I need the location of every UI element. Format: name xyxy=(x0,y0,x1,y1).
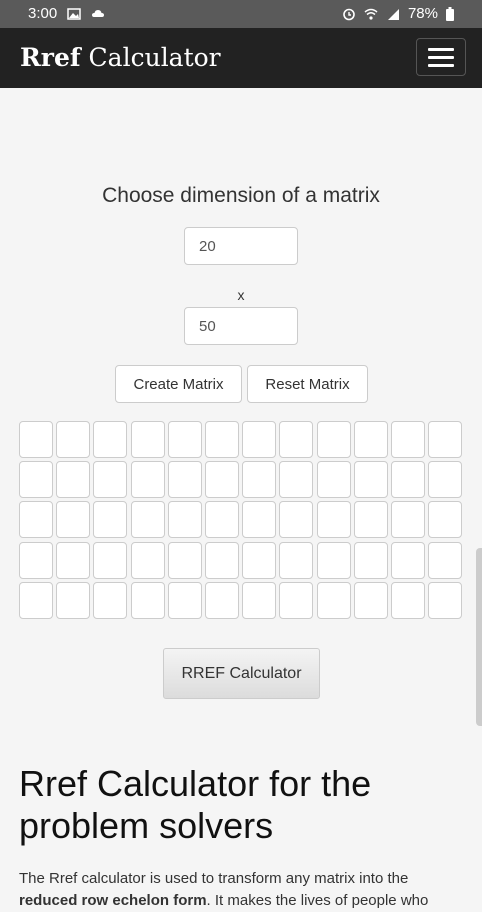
rref-calculator-button[interactable]: RREF Calculator xyxy=(163,648,320,699)
brand-logo[interactable]: Rref Calculator xyxy=(20,43,221,72)
matrix-cell[interactable] xyxy=(19,421,53,458)
matrix-cell[interactable] xyxy=(19,461,53,499)
menu-button[interactable] xyxy=(416,38,466,76)
matrix-cell[interactable] xyxy=(316,541,351,579)
matrix-cell[interactable] xyxy=(390,421,425,458)
hamburger-icon xyxy=(428,47,454,51)
matrix-cell[interactable] xyxy=(19,501,53,539)
matrix-cell[interactable] xyxy=(204,461,239,499)
dimension-title: Choose dimension of a matrix xyxy=(102,184,380,207)
matrix-cell[interactable] xyxy=(279,541,314,579)
matrix-grid xyxy=(19,421,465,619)
article-intro: The Rref calculator is used to transform… xyxy=(19,868,482,912)
hamburger-icon-bar xyxy=(428,63,454,67)
matrix-cell[interactable] xyxy=(316,421,351,458)
matrix-cell[interactable] xyxy=(167,541,202,579)
matrix-cell[interactable] xyxy=(167,501,202,539)
alarm-icon xyxy=(343,8,355,20)
app-header: Rref Calculator xyxy=(0,28,482,88)
matrix-cell[interactable] xyxy=(390,581,425,619)
intro-text-bold: reduced row echelon form xyxy=(19,892,207,909)
matrix-cell[interactable] xyxy=(56,541,91,579)
matrix-cell[interactable] xyxy=(19,541,53,579)
status-bar: 3:00 78% xyxy=(0,0,482,28)
matrix-cell[interactable] xyxy=(242,541,277,579)
matrix-cell[interactable] xyxy=(204,581,239,619)
matrix-cell[interactable] xyxy=(353,541,388,579)
brand-bold-text: Rref xyxy=(20,43,81,72)
matrix-cell[interactable] xyxy=(93,541,128,579)
matrix-cell[interactable] xyxy=(316,581,351,619)
matrix-cell[interactable] xyxy=(56,421,91,458)
scroll-handle[interactable] xyxy=(476,548,482,726)
status-time: 3:00 xyxy=(28,5,58,22)
reset-matrix-button[interactable]: Reset Matrix xyxy=(247,365,368,403)
brand-rest-text: Calculator xyxy=(80,43,221,72)
matrix-cell[interactable] xyxy=(390,501,425,539)
dimension-separator: x xyxy=(237,287,245,303)
matrix-cell[interactable] xyxy=(242,501,277,539)
matrix-cell[interactable] xyxy=(130,421,165,458)
matrix-cell[interactable] xyxy=(353,581,388,619)
matrix-cell[interactable] xyxy=(130,501,165,539)
matrix-cell[interactable] xyxy=(353,501,388,539)
intro-text-rest: . It makes the lives of people who xyxy=(206,892,429,909)
article-heading: Rref Calculator for the problem solvers xyxy=(19,763,372,846)
matrix-cell[interactable] xyxy=(93,501,128,539)
intro-text-start: The Rref calculator is used to transform… xyxy=(19,870,409,887)
matrix-cell[interactable] xyxy=(167,461,202,499)
matrix-cell[interactable] xyxy=(428,541,463,579)
matrix-cell[interactable] xyxy=(56,501,91,539)
rows-input[interactable] xyxy=(184,227,298,265)
matrix-cell[interactable] xyxy=(167,581,202,619)
matrix-cell[interactable] xyxy=(316,501,351,539)
wifi-icon xyxy=(364,8,378,20)
matrix-cell[interactable] xyxy=(390,541,425,579)
matrix-cell[interactable] xyxy=(316,461,351,499)
battery-percent: 78% xyxy=(407,5,438,22)
matrix-cell[interactable] xyxy=(279,581,314,619)
matrix-cell[interactable] xyxy=(130,581,165,619)
matrix-cell[interactable] xyxy=(428,581,463,619)
matrix-cell[interactable] xyxy=(56,461,91,499)
cloud-icon xyxy=(92,9,105,17)
matrix-cell[interactable] xyxy=(167,421,202,458)
matrix-cell[interactable] xyxy=(242,581,277,619)
matrix-cell[interactable] xyxy=(204,501,239,539)
create-matrix-button[interactable]: Create Matrix xyxy=(115,365,242,403)
matrix-cell[interactable] xyxy=(428,421,463,458)
matrix-cell[interactable] xyxy=(428,501,463,539)
matrix-cell[interactable] xyxy=(353,461,388,499)
matrix-cell[interactable] xyxy=(204,421,239,458)
matrix-cell[interactable] xyxy=(279,461,314,499)
image-icon xyxy=(67,7,81,20)
matrix-cell[interactable] xyxy=(93,421,128,458)
status-left: 3:00 xyxy=(28,5,105,22)
matrix-cell[interactable] xyxy=(279,421,314,458)
matrix-cell[interactable] xyxy=(279,501,314,539)
matrix-cell[interactable] xyxy=(130,541,165,579)
cols-input[interactable] xyxy=(184,307,298,345)
matrix-cell[interactable] xyxy=(242,421,277,458)
matrix-cell[interactable] xyxy=(428,461,463,499)
matrix-cell[interactable] xyxy=(130,461,165,499)
matrix-cell[interactable] xyxy=(19,581,53,619)
hamburger-icon-bar xyxy=(428,55,454,59)
signal-icon xyxy=(387,8,399,20)
matrix-cell[interactable] xyxy=(93,581,128,619)
matrix-cell[interactable] xyxy=(242,461,277,499)
matrix-cell[interactable] xyxy=(353,421,388,458)
battery-icon xyxy=(446,6,454,21)
matrix-cell[interactable] xyxy=(390,461,425,499)
matrix-cell[interactable] xyxy=(56,581,91,619)
status-right: 78% xyxy=(342,5,454,22)
matrix-cell[interactable] xyxy=(204,541,239,579)
matrix-cell[interactable] xyxy=(93,461,128,499)
